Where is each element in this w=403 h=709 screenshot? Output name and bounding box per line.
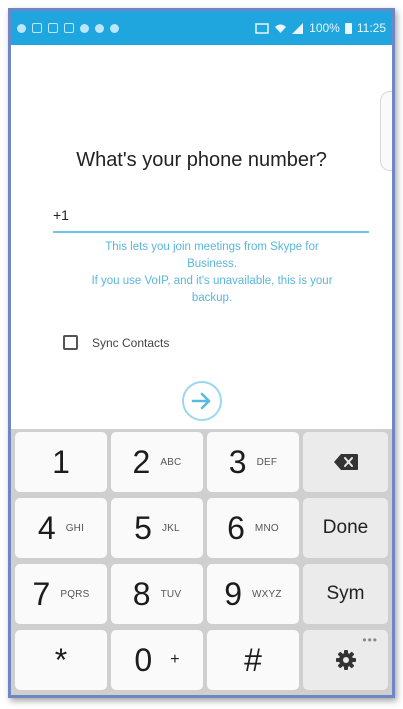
more-options-icon: ••• xyxy=(362,633,378,647)
helper-line: backup. xyxy=(191,292,233,304)
app-window: 100% 11:25 What's your phone number? Thi… xyxy=(8,8,395,698)
key-hash[interactable]: # xyxy=(207,630,299,690)
key-digit: 4 xyxy=(37,510,56,546)
key-letters: GHI xyxy=(65,522,85,534)
key-letters: ABC xyxy=(160,456,182,468)
key-6[interactable]: 6 MNO xyxy=(207,498,299,558)
key-letters: MNO xyxy=(254,522,279,534)
clock: 11:25 xyxy=(356,21,386,35)
key-5[interactable]: 5 JKL xyxy=(111,498,203,558)
key-9[interactable]: 9 WXYZ xyxy=(207,564,299,624)
helper-line: This lets you join meetings from Skype f… xyxy=(105,241,319,253)
key-3[interactable]: 3 DEF xyxy=(207,432,299,492)
key-digit: # xyxy=(244,642,262,678)
key-2[interactable]: 2 ABC xyxy=(111,432,203,492)
main-content: What's your phone number? This lets you … xyxy=(11,45,392,429)
phone-field[interactable] xyxy=(53,203,369,233)
arrow-right-icon xyxy=(191,392,211,410)
key-letters: DEF xyxy=(256,456,278,468)
notification-icons xyxy=(17,23,119,33)
battery-icon xyxy=(344,22,352,34)
signal-icon xyxy=(292,22,304,34)
backspace-key[interactable] xyxy=(303,432,388,492)
key-digit: 0 xyxy=(134,642,153,678)
next-button[interactable] xyxy=(182,381,222,421)
key-star[interactable]: * xyxy=(15,630,107,690)
sync-contacts-label: Sync Contacts xyxy=(92,335,170,350)
key-digit: 6 xyxy=(227,510,245,546)
key-8[interactable]: 8 TUV xyxy=(111,564,203,624)
key-digit: 5 xyxy=(134,510,152,546)
key-digit: * xyxy=(54,642,68,678)
key-digit: 7 xyxy=(32,576,51,612)
key-letters: TUV xyxy=(160,588,182,600)
system-icons: 100% 11:25 xyxy=(255,21,386,35)
phone-number-input[interactable] xyxy=(53,203,369,223)
backspace-icon xyxy=(333,454,358,470)
key-digit: 8 xyxy=(132,576,151,612)
page-title: What's your phone number? xyxy=(76,149,327,171)
wifi-icon xyxy=(275,24,287,33)
key-letters: JKL xyxy=(161,522,180,534)
helper-line: If you use VoIP, and it's unavailable, t… xyxy=(91,275,333,287)
notification-icon xyxy=(80,23,89,33)
notification-icon xyxy=(95,23,104,33)
keyboard-settings-key[interactable]: ••• xyxy=(303,630,388,690)
done-key[interactable]: Done xyxy=(303,498,388,558)
key-letters: WXYZ xyxy=(252,588,282,600)
sync-contacts-checkbox[interactable] xyxy=(63,335,78,350)
key-7[interactable]: 7 PQRS xyxy=(15,564,107,624)
helper-text: This lets you join meetings from Skype f… xyxy=(47,239,377,307)
key-4[interactable]: 4 GHI xyxy=(15,498,107,558)
key-digit: 2 xyxy=(132,444,151,480)
key-0[interactable]: 0 + xyxy=(111,630,203,690)
sym-label: Sym xyxy=(326,583,365,604)
sync-contacts-row[interactable]: Sync Contacts xyxy=(63,335,169,350)
helper-line: Business. xyxy=(187,258,237,270)
key-digit: 9 xyxy=(224,576,243,612)
status-bar: 100% 11:25 xyxy=(11,11,392,45)
key-digit: 3 xyxy=(228,444,247,480)
numeric-keypad: 1 2 ABC 3 DEF 4 GHI 5 JKL 6 MNO Done 7 P… xyxy=(11,429,392,695)
battery-percent: 100% xyxy=(309,21,340,35)
notification-icon xyxy=(110,23,119,33)
sym-key[interactable]: Sym xyxy=(303,564,388,624)
notification-icon xyxy=(17,23,26,33)
key-digit: 1 xyxy=(52,444,70,480)
key-letters: + xyxy=(170,651,180,668)
notification-icon xyxy=(64,23,74,33)
notification-icon xyxy=(48,23,58,33)
done-label: Done xyxy=(322,517,369,538)
notification-icon xyxy=(32,23,42,33)
gear-icon xyxy=(335,650,356,670)
nfc-icon xyxy=(255,22,269,34)
key-1[interactable]: 1 xyxy=(15,432,107,492)
key-letters: PQRS xyxy=(60,588,90,600)
